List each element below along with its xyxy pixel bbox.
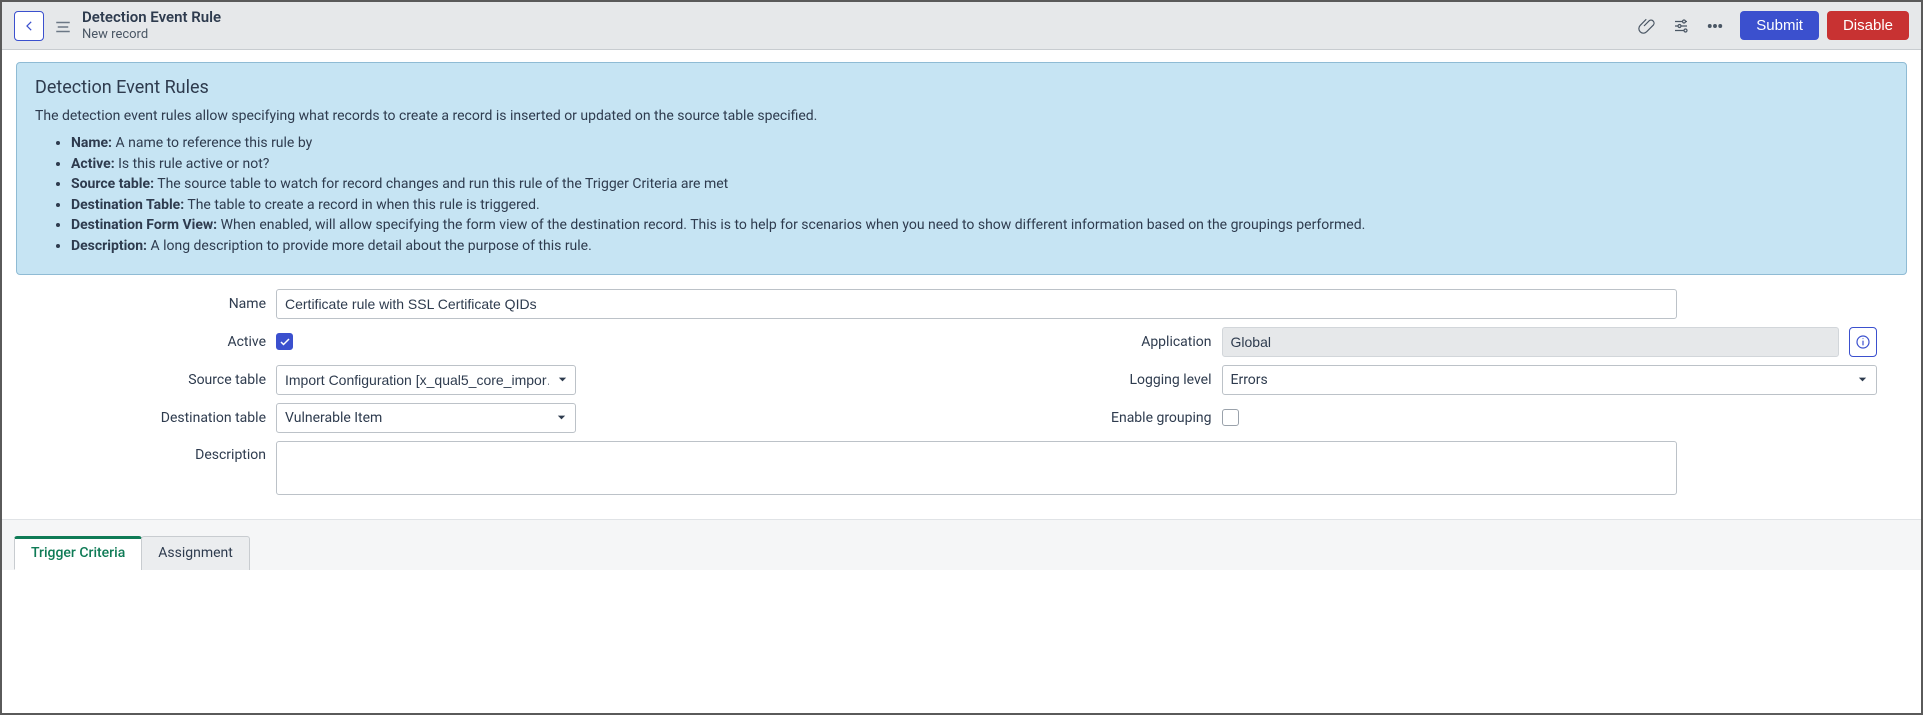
enable-grouping-checkbox[interactable] <box>1222 409 1239 426</box>
tab-assignment[interactable]: Assignment <box>141 536 250 570</box>
name-label: Name <box>16 296 276 312</box>
application-input <box>1222 327 1839 357</box>
destination-table-value: Vulnerable Item <box>285 410 382 426</box>
info-panel: Detection Event Rules The detection even… <box>16 62 1907 275</box>
form-scroll-area[interactable]: Detection Event Rules The detection even… <box>2 50 1921 713</box>
info-panel-description: The detection event rules allow specifyi… <box>35 108 1888 124</box>
info-icon <box>1855 334 1871 350</box>
page-title: Detection Event Rule <box>82 8 221 26</box>
source-table-input[interactable] <box>276 365 576 395</box>
info-item: Active: Is this rule active or not? <box>71 155 1888 175</box>
related-tabs: Trigger Criteria Assignment <box>2 519 1921 570</box>
info-item: Source table: The source table to watch … <box>71 175 1888 195</box>
form-body: Name Active Application <box>16 289 1907 519</box>
personalize-button[interactable] <box>1668 13 1694 39</box>
destination-table-select[interactable]: Vulnerable Item <box>276 403 576 433</box>
page-subtitle: New record <box>82 27 221 43</box>
logging-level-select[interactable]: Errors <box>1222 365 1878 395</box>
chevron-left-icon <box>22 19 36 33</box>
logging-level-label: Logging level <box>962 372 1222 388</box>
logging-level-value: Errors <box>1231 372 1268 388</box>
active-label: Active <box>16 334 276 350</box>
sliders-icon <box>1672 17 1690 35</box>
title-block: Detection Event Rule New record <box>82 8 221 43</box>
list-menu-icon[interactable] <box>54 18 72 34</box>
info-item: Destination Form View: When enabled, wil… <box>71 216 1888 236</box>
paperclip-icon <box>1638 17 1656 35</box>
chevron-down-icon <box>1857 374 1868 385</box>
info-item: Destination Table: The table to create a… <box>71 196 1888 216</box>
name-input[interactable] <box>276 289 1677 319</box>
form-header: Detection Event Rule New record Submit D… <box>2 2 1921 50</box>
description-textarea[interactable] <box>276 441 1677 495</box>
disable-button[interactable]: Disable <box>1827 11 1909 40</box>
more-actions-button[interactable] <box>1702 13 1728 39</box>
enable-grouping-label: Enable grouping <box>962 410 1222 426</box>
ellipsis-icon <box>1706 17 1724 35</box>
info-item: Description: A long description to provi… <box>71 237 1888 257</box>
application-label: Application <box>962 334 1222 350</box>
submit-button[interactable]: Submit <box>1740 11 1819 40</box>
check-icon <box>279 336 291 348</box>
application-info-button[interactable] <box>1849 327 1877 357</box>
chevron-down-icon <box>556 412 567 423</box>
source-table-label: Source table <box>16 372 276 388</box>
info-item: Name: A name to reference this rule by <box>71 134 1888 154</box>
info-panel-list: Name: A name to reference this rule by A… <box>35 134 1888 257</box>
active-checkbox[interactable] <box>276 333 293 350</box>
attachment-button[interactable] <box>1634 13 1660 39</box>
info-panel-title: Detection Event Rules <box>35 77 1888 98</box>
destination-table-label: Destination table <box>16 410 276 426</box>
description-label: Description <box>16 441 276 463</box>
back-button[interactable] <box>14 11 44 41</box>
tab-trigger-criteria[interactable]: Trigger Criteria <box>14 536 142 570</box>
